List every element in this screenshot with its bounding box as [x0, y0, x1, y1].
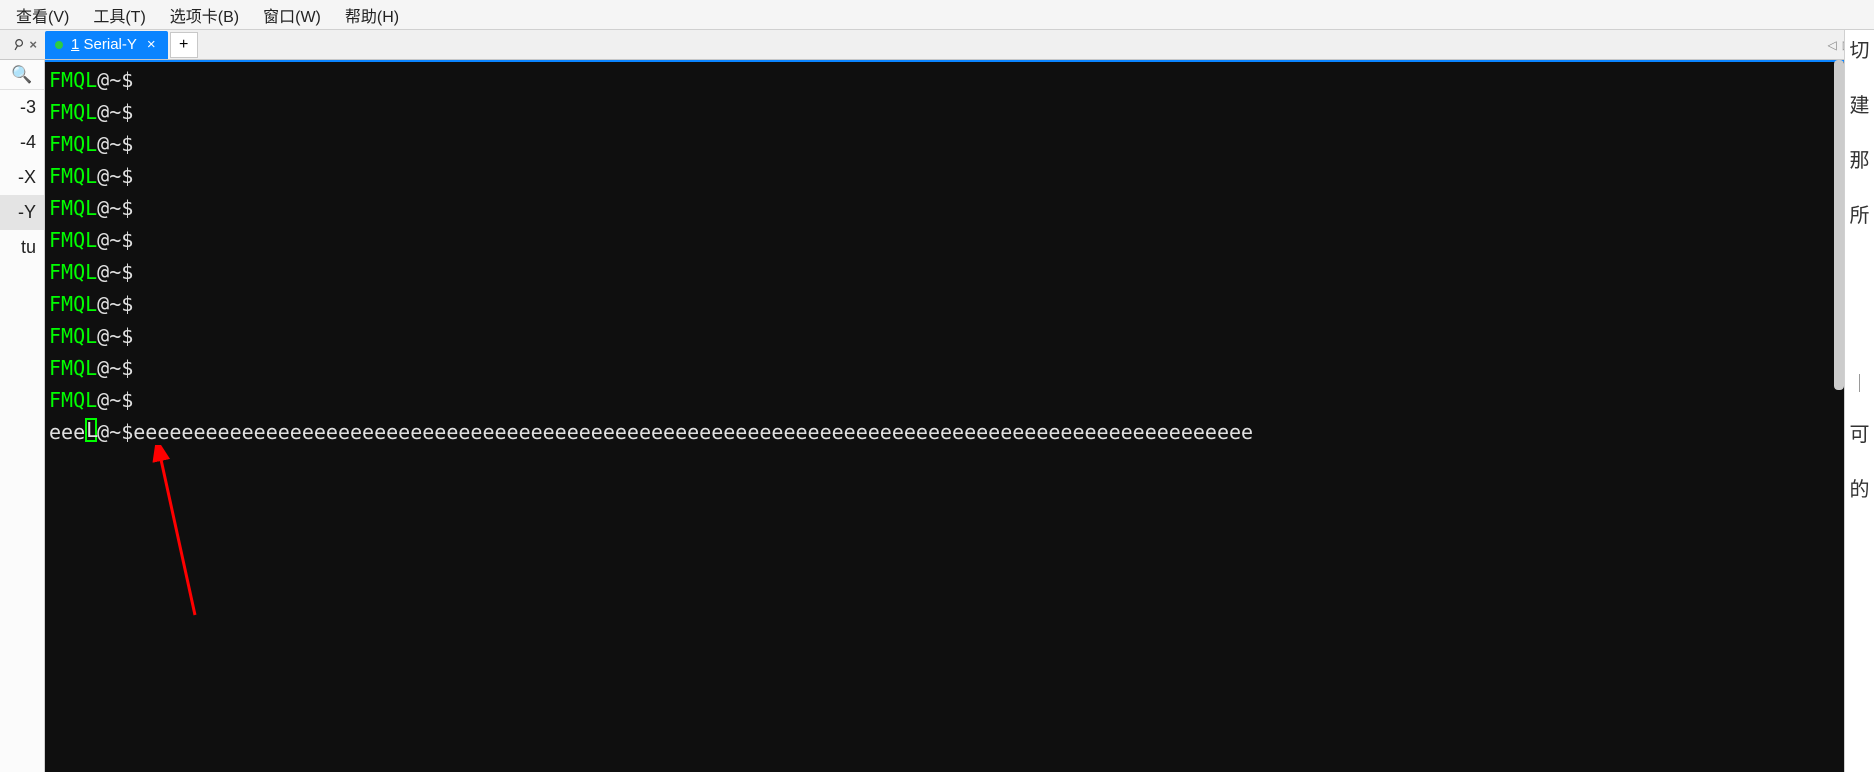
- menu-tabs[interactable]: 选项卡(B): [160, 1, 249, 29]
- session-item[interactable]: -Y: [0, 195, 44, 230]
- menu-help[interactable]: 帮助(H): [335, 1, 409, 29]
- right-edge-text: 那: [1850, 144, 1870, 173]
- close-pane-button[interactable]: ×: [27, 37, 39, 52]
- tab-prev-icon[interactable]: ◁: [1828, 38, 1837, 52]
- tab-serial-y[interactable]: 1 Serial-Y ×: [45, 31, 168, 59]
- status-dot-icon: [55, 41, 63, 49]
- session-item[interactable]: -X: [0, 160, 44, 195]
- close-tab-button[interactable]: ×: [145, 36, 158, 53]
- session-list: -3 -4 -X -Y tu: [0, 90, 44, 265]
- session-item[interactable]: -4: [0, 125, 44, 160]
- right-edge-panel: 切 建 那 所 可 的: [1844, 30, 1874, 772]
- annotation-arrow-icon: [105, 445, 205, 625]
- right-edge-text: 建: [1850, 89, 1870, 118]
- right-edge-text: 的: [1850, 473, 1870, 502]
- right-edge-text: 所: [1850, 199, 1870, 228]
- tab-label: 1 Serial-Y: [71, 36, 137, 53]
- main-area: 🔍 -3 -4 -X -Y tu FMQL@~$FMQL@~$FMQL@~$FM…: [0, 60, 1874, 772]
- menu-view[interactable]: 查看(V): [6, 1, 79, 29]
- terminal[interactable]: FMQL@~$FMQL@~$FMQL@~$FMQL@~$FMQL@~$FMQL@…: [45, 60, 1874, 772]
- search-row: 🔍: [0, 60, 44, 90]
- new-tab-button[interactable]: +: [170, 32, 198, 58]
- menubar: 查看(V) 工具(T) 选项卡(B) 窗口(W) 帮助(H): [0, 0, 1874, 30]
- menu-window[interactable]: 窗口(W): [253, 1, 331, 29]
- pin-icon[interactable]: ⚲: [10, 35, 27, 55]
- right-edge-text: 可: [1850, 418, 1870, 447]
- session-item[interactable]: tu: [0, 230, 44, 265]
- terminal-cursor: L: [85, 418, 97, 442]
- menu-tools[interactable]: 工具(T): [83, 1, 155, 29]
- session-item[interactable]: -3: [0, 90, 44, 125]
- session-sidebar: 🔍 -3 -4 -X -Y tu: [0, 60, 45, 772]
- scrollbar[interactable]: [1834, 60, 1844, 390]
- search-icon[interactable]: 🔍: [11, 65, 32, 85]
- pane-controls: ⚲ ×: [0, 30, 45, 59]
- divider: [1859, 374, 1860, 392]
- tab-bar: ⚲ × 1 Serial-Y × + ◁ ▷ ▾: [0, 30, 1874, 60]
- right-edge-text: 切: [1850, 34, 1870, 63]
